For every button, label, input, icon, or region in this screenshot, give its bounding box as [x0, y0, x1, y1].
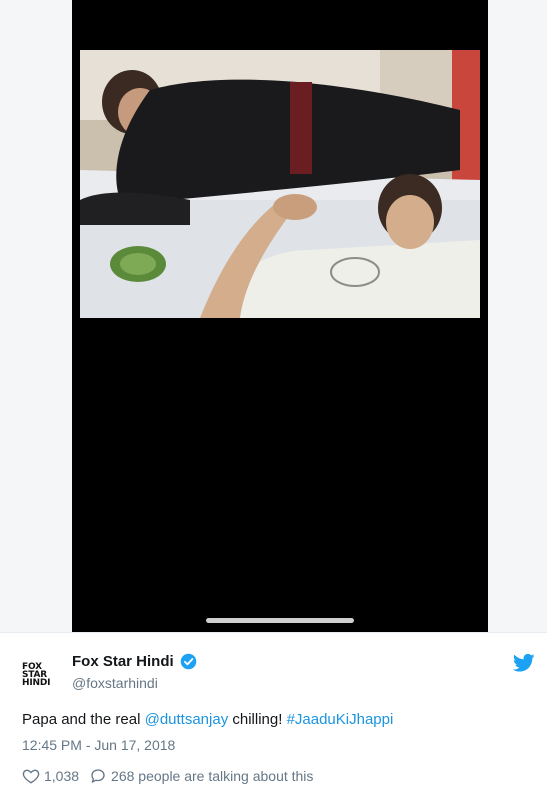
tweet-timestamp[interactable]: 12:45 PM - Jun 17, 2018: [22, 737, 175, 753]
verified-badge-icon: [180, 653, 196, 670]
home-indicator: [206, 618, 354, 623]
hashtag-link[interactable]: #JaaduKiJhappi: [287, 711, 394, 728]
speech-bubble-icon[interactable]: [89, 767, 107, 785]
like-count[interactable]: 1,038: [44, 768, 79, 784]
logo-line-3: HINDI: [22, 678, 51, 688]
author-name-text: Fox Star Hindi: [72, 653, 174, 670]
phone-screenshot-frame: [72, 0, 488, 632]
tweet-card: FOX STAR HINDI Fox Star Hindi @foxstarhi…: [0, 632, 547, 801]
conversation-count[interactable]: 268 people are talking about this: [111, 768, 313, 784]
author-display-name[interactable]: Fox Star Hindi: [72, 653, 197, 670]
tweet-text: Papa and the real @duttsanjay chilling! …: [22, 711, 393, 728]
author-handle[interactable]: @foxstarhindi: [72, 675, 158, 691]
heart-icon[interactable]: [22, 767, 40, 785]
engagement-row: 1,038 268 people are talking about this: [22, 767, 313, 785]
fox-star-hindi-logo[interactable]: FOX STAR HINDI: [22, 655, 62, 695]
twitter-bird-icon[interactable]: [513, 653, 535, 673]
tweet-photo[interactable]: [80, 50, 480, 318]
photo-illustration: [80, 50, 480, 318]
mention-link[interactable]: @duttsanjay: [145, 711, 229, 728]
tweet-text-part-2: chilling!: [228, 711, 287, 728]
tweet-text-part-1: Papa and the real: [22, 711, 145, 728]
